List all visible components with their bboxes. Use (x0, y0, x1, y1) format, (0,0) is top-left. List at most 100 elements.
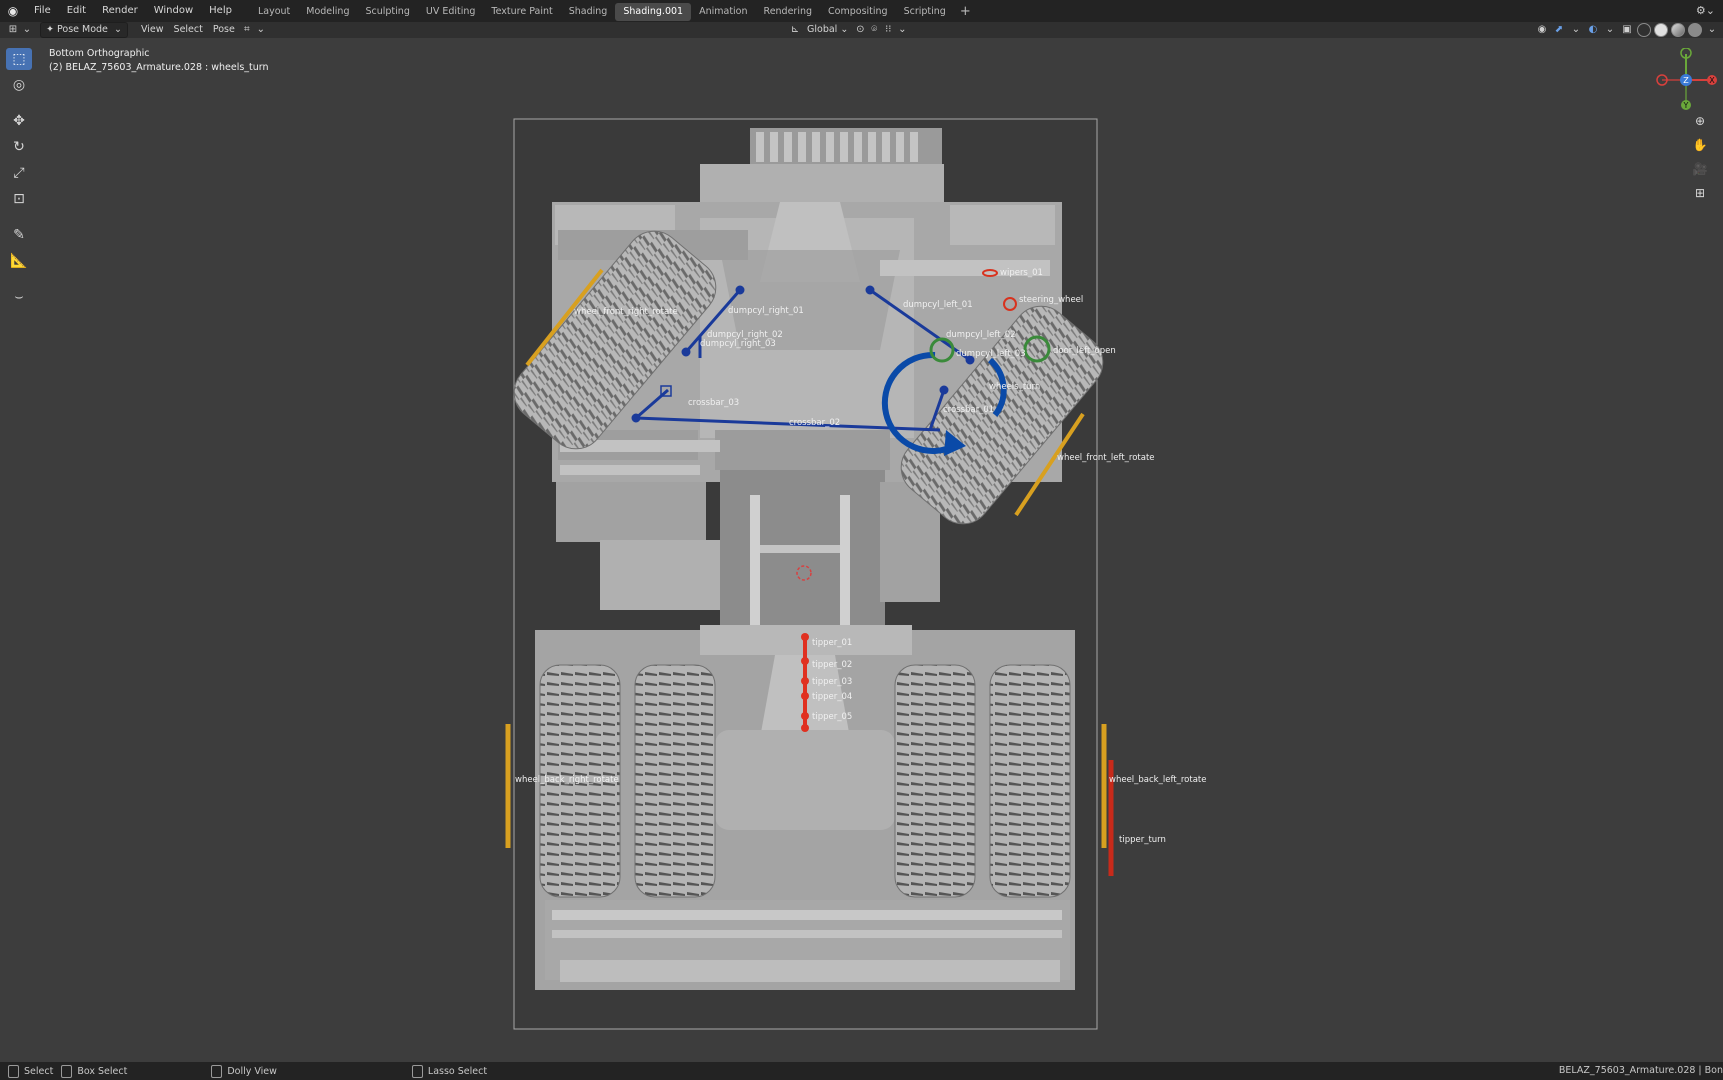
tab-animation[interactable]: Animation (691, 3, 755, 21)
menu-pose[interactable]: Pose (208, 23, 240, 37)
label-wheel-back-right-rotate: wheel_back_right_rotate (515, 775, 619, 785)
annotate-tool-icon[interactable]: ✎ (6, 224, 32, 246)
snap-icon[interactable]: ⌾ (867, 23, 881, 37)
pose-options-icon[interactable]: ⌗ (240, 23, 254, 37)
chevron-down-icon[interactable]: ⌄ (254, 23, 268, 37)
label-dumpcyl-left-02: dumpcyl_left_02 (946, 330, 1016, 340)
mode-label: Pose Mode (57, 24, 108, 35)
label-wheel-front-right-rotate: wheel_front_right_rotate (574, 307, 678, 317)
mode-dropdown[interactable]: ✦ Pose Mode ⌄ (40, 22, 128, 38)
scale-tool-icon[interactable]: ⤢ (6, 162, 32, 184)
transform-tool-icon[interactable]: ⊡ (6, 188, 32, 210)
status-box-select: Box Select (61, 1064, 128, 1078)
chevron-down-icon[interactable]: ⌄ (895, 23, 909, 37)
status-box-select-label: Box Select (77, 1065, 128, 1077)
wireframe-shading-icon[interactable] (1637, 23, 1651, 37)
rotate-tool-icon[interactable]: ↻ (6, 136, 32, 158)
status-info: BELAZ_75603_Armature.028 | Bon (1558, 1065, 1723, 1076)
solid-shading-icon[interactable] (1654, 23, 1668, 37)
chevron-down-icon[interactable]: ⌄ (1569, 23, 1583, 37)
label-crossbar-02: crossbar_02 (789, 418, 840, 428)
label-tipper-03: tipper_03 (812, 677, 852, 687)
tab-layout[interactable]: Layout (250, 3, 298, 21)
tab-shading[interactable]: Shading (561, 3, 616, 21)
rear-tire-3 (894, 664, 976, 898)
status-dolly-view: Dolly View (211, 1064, 277, 1078)
label-wipers-01: wipers_01 (1000, 268, 1043, 278)
menu-file[interactable]: File (26, 0, 59, 22)
label-tipper-05: tipper_05 (812, 712, 852, 722)
tab-sculpting[interactable]: Sculpting (357, 3, 417, 21)
transform-controls: ⊾ Global ⌄ ⊙ ⌾ ⁝⁝ ⌄ (788, 22, 909, 38)
chevron-down-icon[interactable]: ⌄ (20, 23, 34, 37)
chevron-down-icon: ⌄ (114, 24, 122, 35)
move-tool-icon[interactable]: ✥ (6, 110, 32, 132)
status-lasso-label: Lasso Select (427, 1065, 488, 1077)
viewport-display-controls: ◉ ⬈ ⌄ ◐ ⌄ ▣ ⌄ (1535, 22, 1719, 38)
label-crossbar-03: crossbar_03 (688, 398, 739, 408)
scene-selector-icon[interactable]: ⚙⌄ (1696, 0, 1715, 22)
measure-tool-icon[interactable]: 📐 (6, 250, 32, 272)
pivot-point-icon[interactable]: ⊙ (853, 23, 867, 37)
menu-select[interactable]: Select (169, 23, 208, 37)
tab-shading-001[interactable]: Shading.001 (615, 3, 692, 21)
visibility-icon[interactable]: ◉ (1535, 23, 1549, 37)
xray-toggle-icon[interactable]: ▣ (1620, 23, 1634, 37)
status-dolly-label: Dolly View (227, 1065, 277, 1077)
viewport-header: ⊞ ⌄ ✦ Pose Mode ⌄ View Select Pose ⌗ ⌄ ⊾… (0, 22, 1723, 38)
pose-mode-icon: ✦ (46, 24, 54, 35)
overlay-toggle-icon[interactable]: ◐ (1586, 23, 1600, 37)
chevron-down-icon[interactable]: ⌄ (1705, 23, 1719, 37)
status-lasso-select: Lasso Select (411, 1064, 488, 1078)
status-select: Select (8, 1064, 54, 1078)
material-shading-icon[interactable] (1671, 23, 1685, 37)
label-wheel-back-left-rotate: wheel_back_left_rotate (1109, 775, 1207, 785)
grid-perspective-icon[interactable]: ⊞ (1690, 184, 1710, 202)
status-select-label: Select (24, 1065, 54, 1077)
mouse-left-icon (8, 1064, 19, 1078)
rendered-shading-icon[interactable] (1688, 23, 1702, 37)
select-box-tool-icon[interactable]: ⬚ (6, 48, 32, 70)
blender-logo-icon[interactable]: ◉ (6, 4, 20, 18)
tab-modeling[interactable]: Modeling (298, 3, 357, 21)
viewport-scene[interactable]: wheel_front_right_rotate dumpcyl_right_0… (0, 0, 1723, 1080)
navigation-gizmo[interactable]: X Y Z (1650, 48, 1722, 112)
add-workspace-button[interactable]: + (954, 4, 977, 19)
menu-help[interactable]: Help (201, 0, 240, 22)
top-menu-bar: ◉ File Edit Render Window Help Layout Mo… (0, 0, 1723, 22)
label-dumpcyl-left-01: dumpcyl_left_01 (903, 300, 973, 310)
menu-window[interactable]: Window (146, 0, 201, 22)
label-door-left-open: door_left_open (1053, 346, 1116, 356)
label-tipper-turn: tipper_turn (1119, 835, 1166, 845)
snap-increment-icon[interactable]: ⁝⁝ (881, 23, 895, 37)
rear-tire-4 (989, 664, 1071, 898)
orientation-icon: ⊾ (790, 24, 800, 35)
active-object-label: (2) BELAZ_75603_Armature.028 : wheels_tu… (49, 62, 269, 73)
viewport-info: Bottom Orthographic (2) BELAZ_75603_Arma… (49, 47, 269, 75)
camera-icon[interactable]: 🎥 (1690, 160, 1710, 178)
zoom-icon[interactable]: ⊕ (1690, 112, 1710, 130)
cursor-tool-icon[interactable]: ◎ (6, 74, 32, 96)
menu-render[interactable]: Render (94, 0, 146, 22)
mouse-drag-icon (61, 1064, 73, 1078)
view-name: Bottom Orthographic (49, 48, 150, 59)
navigation-buttons: ⊕ ✋ 🎥 ⊞ (1690, 112, 1710, 202)
status-bar: Select Box Select Dolly View Lasso Selec… (0, 1062, 1723, 1080)
rear-tire-2 (634, 664, 716, 898)
pan-hand-icon[interactable]: ✋ (1690, 136, 1710, 154)
tab-texture-paint[interactable]: Texture Paint (483, 3, 560, 21)
tab-uv-editing[interactable]: UV Editing (418, 3, 484, 21)
orientation-label: Global (807, 24, 838, 35)
label-wheels-turn: wheels_turn (989, 382, 1040, 392)
tab-scripting[interactable]: Scripting (896, 3, 954, 21)
label-steering-wheel: steering_wheel (1019, 295, 1083, 305)
gizmo-toggle-icon[interactable]: ⬈ (1552, 23, 1566, 37)
menu-view[interactable]: View (136, 23, 169, 37)
menu-edit[interactable]: Edit (59, 0, 94, 22)
chevron-down-icon[interactable]: ⌄ (1603, 23, 1617, 37)
tab-rendering[interactable]: Rendering (756, 3, 821, 21)
editor-type-icon[interactable]: ⊞ (6, 23, 20, 37)
transform-orientation-dropdown[interactable]: Global ⌄ (802, 23, 853, 37)
tab-compositing[interactable]: Compositing (820, 3, 896, 21)
relax-tool-icon[interactable]: ⌣ (6, 286, 32, 308)
